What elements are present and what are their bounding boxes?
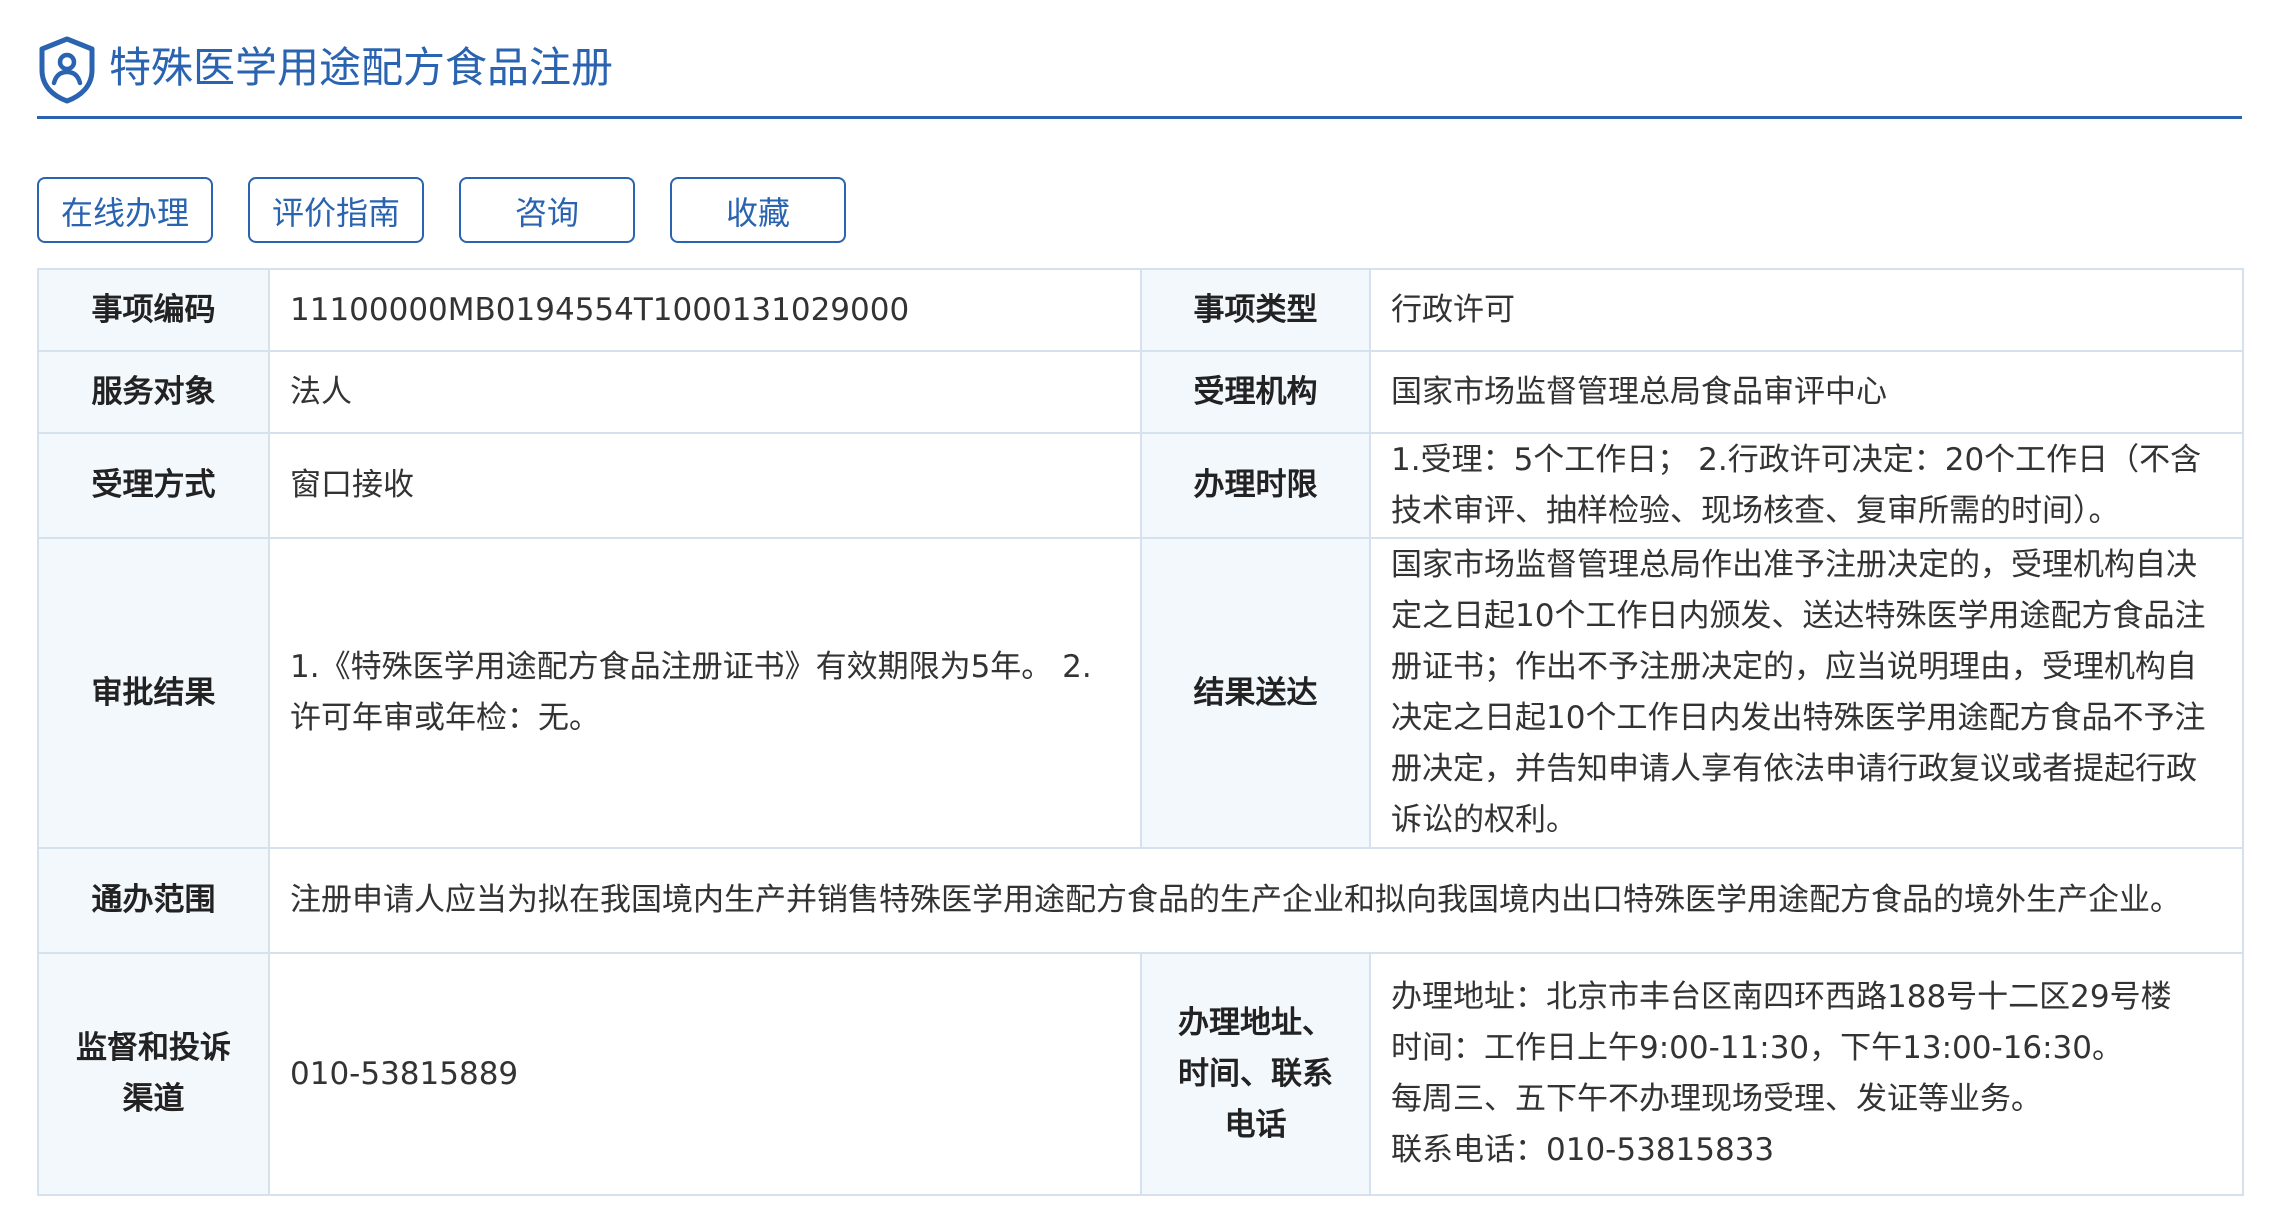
contact-note: 每周三、五下午不办理现场受理、发证等业务。 [1391, 1081, 2042, 1117]
item-info-table: 事项编码 11100000MB0194554T1000131029000 事项类… [37, 268, 2244, 1196]
item-detail-page: 特殊医学用途配方食品注册 在线办理 评价指南 咨询 收藏 事项编码 111000… [37, 0, 2244, 1196]
accepting-agency-value: 国家市场监督管理总局食品审评中心 [1369, 350, 2244, 434]
consult-button[interactable]: 咨询 [459, 177, 635, 243]
table-row: 通办范围 注册申请人应当为拟在我国境内生产并销售特殊医学用途配方食品的生产企业和… [37, 847, 2244, 954]
favorite-button[interactable]: 收藏 [670, 177, 846, 243]
table-row: 事项编码 11100000MB0194554T1000131029000 事项类… [37, 268, 2244, 352]
general-scope-value: 注册申请人应当为拟在我国境内生产并销售特殊医学用途配方食品的生产企业和拟向我国境… [268, 847, 2244, 954]
supervision-phone-value: 010-53815889 [268, 952, 1142, 1196]
table-row: 受理方式 窗口接收 办理时限 1.受理：5个工作日； 2.行政许可决定：20个工… [37, 432, 2244, 539]
acceptance-method-value: 窗口接收 [268, 432, 1142, 539]
contact-info-label: 办理地址、时间、联系电话 [1140, 952, 1371, 1196]
result-delivery-label: 结果送达 [1140, 537, 1371, 849]
accepting-agency-label: 受理机构 [1140, 350, 1371, 434]
table-row: 监督和投诉渠道 010-53815889 办理地址、时间、联系电话 办理地址：北… [37, 952, 2244, 1196]
table-row: 审批结果 1.《特殊医学用途配方食品注册证书》有效期限为5年。 2.许可年审或年… [37, 537, 2244, 849]
approval-result-label: 审批结果 [37, 537, 270, 849]
item-type-label: 事项类型 [1140, 268, 1371, 352]
contact-phone: 联系电话：010-53815833 [1391, 1132, 1775, 1168]
item-code-value: 11100000MB0194554T1000131029000 [268, 268, 1142, 352]
page-title: 特殊医学用途配方食品注册 [109, 43, 614, 92]
time-limit-label: 办理时限 [1140, 432, 1371, 539]
page-header: 特殊医学用途配方食品注册 [37, 0, 2242, 119]
online-apply-button[interactable]: 在线办理 [37, 177, 213, 243]
item-code-label: 事项编码 [37, 268, 270, 352]
acceptance-method-label: 受理方式 [37, 432, 270, 539]
contact-info-value: 办理地址：北京市丰台区南四环西路188号十二区29号楼 时间：工作日上午9:00… [1369, 952, 2244, 1196]
shield-person-icon [39, 36, 95, 104]
table-row: 服务对象 法人 受理机构 国家市场监督管理总局食品审评中心 [37, 350, 2244, 434]
contact-address: 办理地址：北京市丰台区南四环西路188号十二区29号楼 [1391, 979, 2172, 1015]
approval-result-value: 1.《特殊医学用途配方食品注册证书》有效期限为5年。 2.许可年审或年检：无。 [268, 537, 1142, 849]
general-scope-label: 通办范围 [37, 847, 270, 954]
service-target-value: 法人 [268, 350, 1142, 434]
result-delivery-value: 国家市场监督管理总局作出准予注册决定的，受理机构自决定之日起10个工作日内颁发、… [1369, 537, 2244, 849]
supervision-label: 监督和投诉渠道 [37, 952, 270, 1196]
item-type-value: 行政许可 [1369, 268, 2244, 352]
service-target-label: 服务对象 [37, 350, 270, 434]
time-limit-value: 1.受理：5个工作日； 2.行政许可决定：20个工作日（不含技术审评、抽样检验、… [1369, 432, 2244, 539]
evaluation-guide-button[interactable]: 评价指南 [248, 177, 424, 243]
contact-hours: 时间：工作日上午9:00-11:30，下午13:00-16:30。 [1391, 1030, 2123, 1066]
